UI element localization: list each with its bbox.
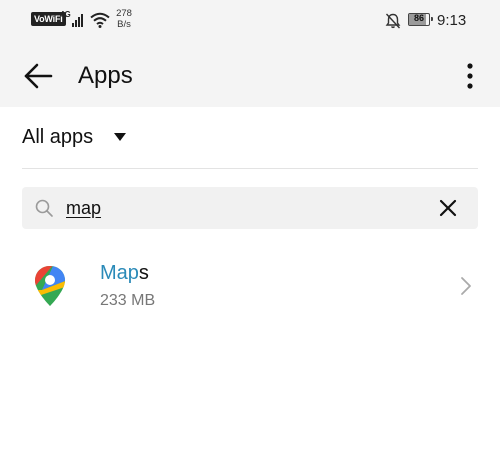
- divider: [22, 168, 478, 169]
- arrow-back-icon[interactable]: [20, 58, 56, 94]
- app-name-rest: s: [138, 262, 149, 284]
- notifications-off-icon: [385, 13, 401, 29]
- status-bar: VoWiFi 4G 278 B/s 86 9:13: [0, 0, 500, 44]
- app-filter-dropdown[interactable]: All apps: [22, 122, 126, 152]
- search-bar: [22, 187, 478, 229]
- battery-icon: 86: [408, 13, 433, 26]
- clock: 9:13: [437, 12, 467, 29]
- filter-label: All apps: [22, 126, 94, 148]
- chevron-right-icon: [461, 277, 471, 295]
- close-icon[interactable]: [436, 196, 460, 220]
- search-input[interactable]: [66, 195, 416, 221]
- cell-signal-icon: [72, 14, 83, 27]
- app-size: 233 MB: [100, 292, 156, 309]
- google-maps-pin-icon: [35, 266, 65, 306]
- network-speed: 278 B/s: [112, 8, 136, 30]
- app-name: Maps: [100, 262, 149, 285]
- speed-unit: B/s: [117, 19, 131, 30]
- search-icon: [35, 199, 53, 217]
- more-vertical-icon[interactable]: [452, 58, 488, 94]
- app-name-match: Map: [100, 262, 139, 284]
- wifi-icon: [90, 12, 110, 28]
- battery-level: 86: [413, 13, 424, 23]
- page-title: Apps: [78, 62, 133, 89]
- speed-value: 278: [116, 8, 132, 19]
- dropdown-triangle-icon: [114, 133, 126, 141]
- list-item[interactable]: Maps 233 MB: [0, 248, 500, 324]
